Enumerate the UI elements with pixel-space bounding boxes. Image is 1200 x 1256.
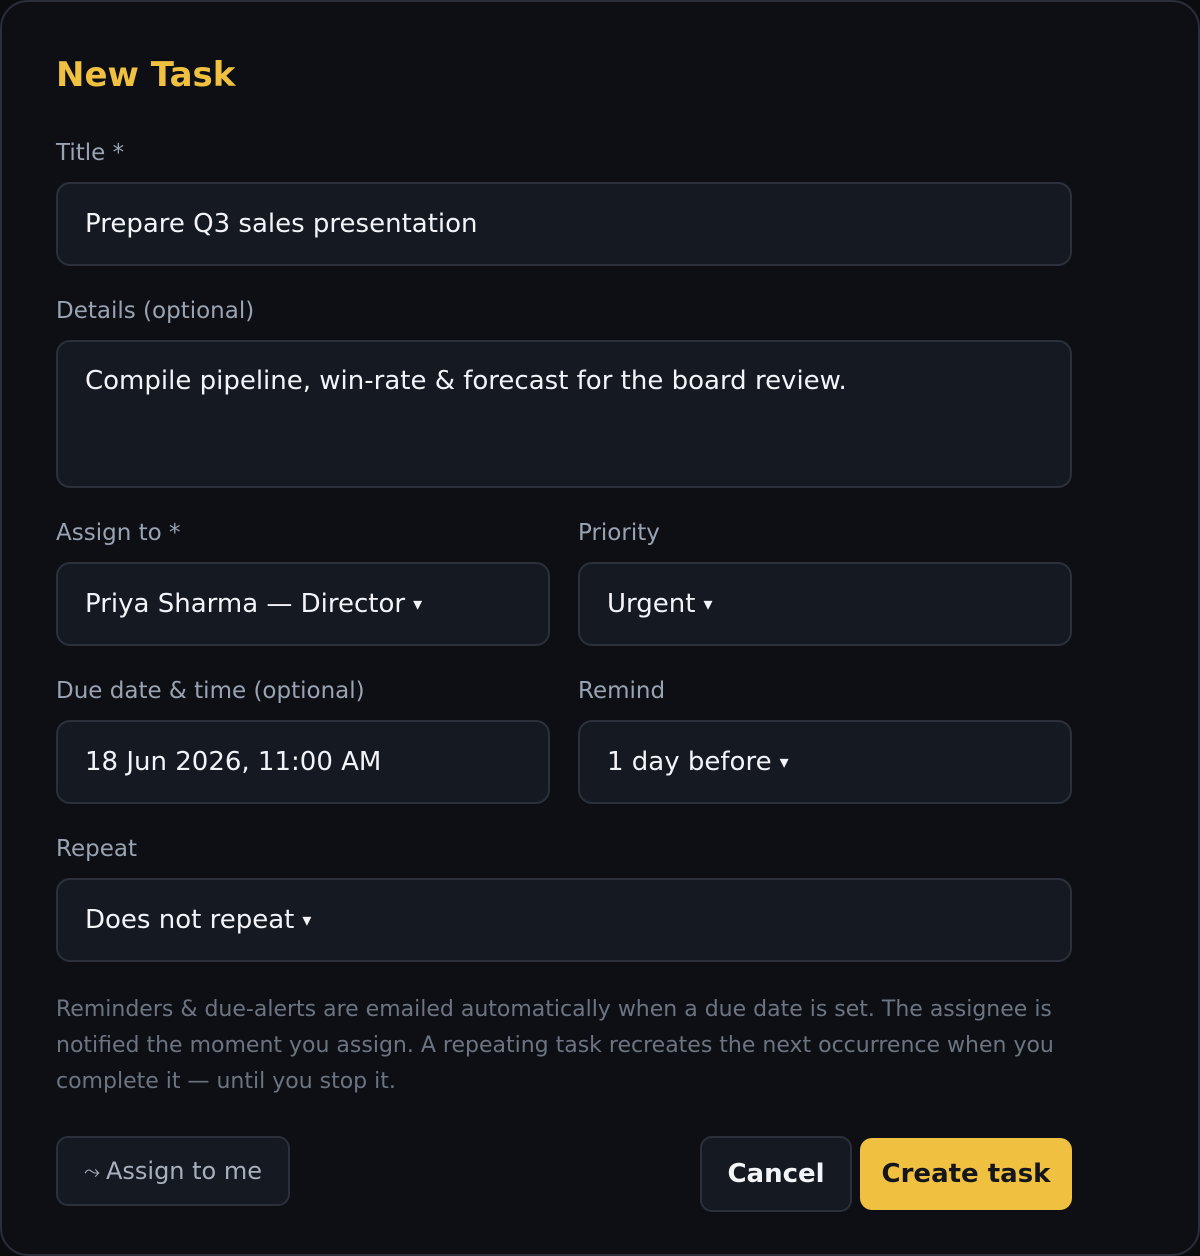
assign-to-label: Assign to * (56, 520, 181, 546)
repeat-select[interactable]: Does not repeat ▾ (56, 878, 1072, 962)
priority-label: Priority (578, 520, 660, 546)
due-date-value: 18 Jun 2026, 11:00 AM (85, 747, 382, 777)
due-date-label: Due date & time (optional) (56, 678, 365, 704)
priority-value: Urgent (607, 589, 696, 619)
chevron-down-icon: ▾ (779, 751, 789, 773)
due-date-input[interactable]: 18 Jun 2026, 11:00 AM (56, 720, 550, 804)
chevron-down-icon: ▾ (703, 593, 713, 615)
title-input[interactable]: Prepare Q3 sales presentation (56, 182, 1072, 266)
details-label: Details (optional) (56, 298, 255, 324)
priority-select[interactable]: Urgent ▾ (578, 562, 1072, 646)
helper-text: Reminders & due-alerts are emailed autom… (56, 997, 1054, 1094)
chevron-down-icon: ▾ (413, 593, 423, 615)
chevron-down-icon: ▾ (302, 909, 312, 931)
dialog-title: New Task (56, 55, 236, 95)
assign-to-me-button[interactable]: ⤳ Assign to me (56, 1136, 290, 1206)
assign-to-me-label: Assign to me (105, 1157, 263, 1185)
squiggle-arrow-icon: ⤳ (83, 1159, 100, 1183)
repeat-value: Does not repeat (85, 905, 295, 935)
assign-to-value: Priya Sharma — Director (85, 589, 406, 619)
cancel-label: Cancel (727, 1159, 825, 1189)
details-textarea-value: Compile pipeline, win-rate & forecast fo… (85, 366, 847, 396)
details-textarea[interactable]: Compile pipeline, win-rate & forecast fo… (56, 340, 1072, 488)
remind-label: Remind (578, 678, 666, 704)
new-task-dialog: New Task Title * Prepare Q3 sales presen… (0, 0, 1200, 1256)
remind-value: 1 day before (607, 747, 772, 777)
cancel-button[interactable]: Cancel (700, 1136, 852, 1212)
repeat-label: Repeat (56, 836, 137, 862)
create-task-label: Create task (881, 1159, 1051, 1189)
title-input-value: Prepare Q3 sales presentation (85, 209, 478, 239)
remind-select[interactable]: 1 day before ▾ (578, 720, 1072, 804)
assign-to-select[interactable]: Priya Sharma — Director ▾ (56, 562, 550, 646)
title-label: Title * (56, 140, 125, 166)
create-task-button[interactable]: Create task (860, 1138, 1072, 1210)
